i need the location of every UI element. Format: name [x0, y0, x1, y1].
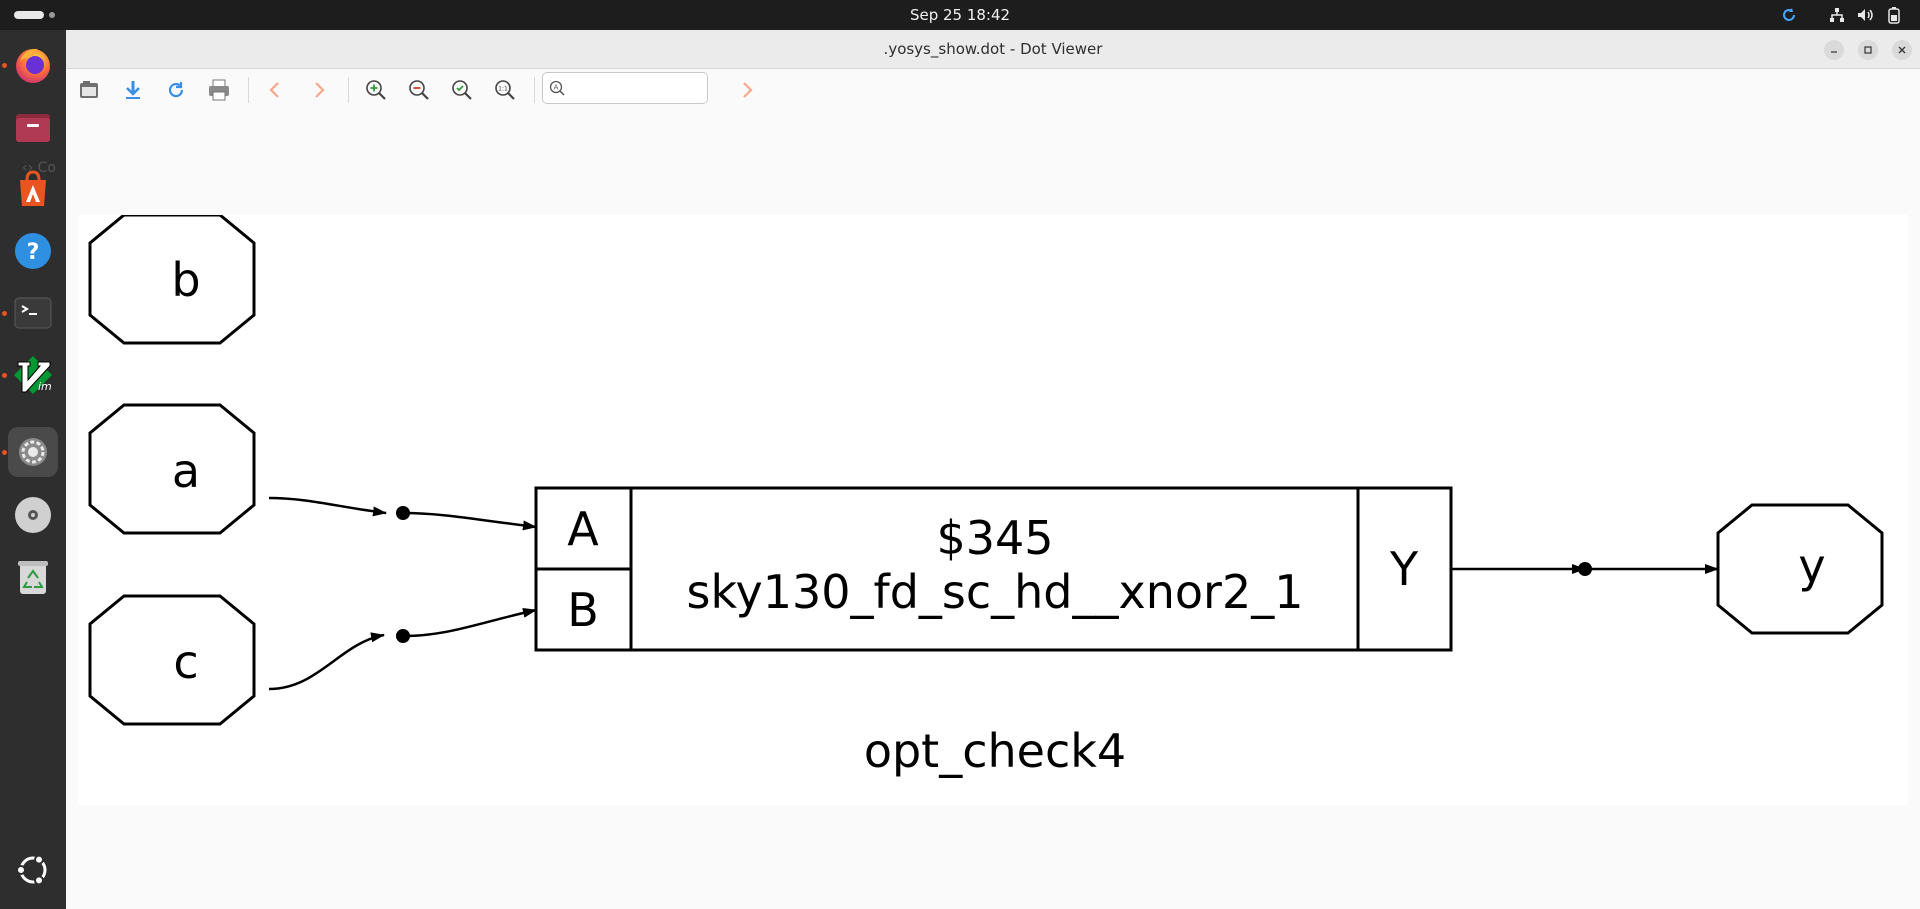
reload-icon: [168, 82, 184, 98]
find-next-icon: [743, 82, 753, 98]
cell-type: sky130_fd_sc_hd__xnor2_1: [687, 565, 1304, 619]
search-box[interactable]: A: [542, 72, 708, 104]
cell-port-A: A: [567, 502, 599, 556]
top-bar: Sep 25 18:42: [0, 0, 1920, 30]
input-port-b[interactable]: b: [88, 215, 256, 345]
network-icon[interactable]: [1828, 6, 1846, 24]
reload-button[interactable]: [163, 77, 189, 103]
search-icon: A: [549, 80, 565, 96]
netlist-graph[interactable]: b a c A B $345 sky130_fd_sc_hd__xnor2_1 …: [78, 215, 1908, 805]
dot-viewer-window: .yosys_show.dot - Dot Viewer 1:1 A ‹› Co…: [22, 30, 1920, 909]
input-port-c[interactable]: c: [88, 594, 256, 726]
settings-icon: [19, 438, 47, 466]
dock-terminal[interactable]: [8, 288, 58, 338]
edge-a-to-junction: [268, 496, 387, 517]
dock-show-apps[interactable]: [8, 845, 58, 895]
output-label-y: y: [1798, 539, 1825, 593]
window-title: .yosys_show.dot - Dot Viewer: [883, 40, 1103, 58]
cell-port-B: B: [567, 583, 599, 637]
update-icon[interactable]: [1780, 6, 1798, 24]
terminal-icon: [14, 297, 52, 329]
svg-text:A: A: [554, 84, 559, 92]
dock-vim[interactable]: im: [8, 350, 58, 400]
dock-disc[interactable]: [8, 490, 58, 540]
zoom-out-button[interactable]: [406, 77, 432, 103]
svg-text:1:1: 1:1: [498, 86, 508, 93]
zoom-in-button[interactable]: [363, 77, 389, 103]
zoom-fit-icon: [452, 80, 472, 100]
dock-settings[interactable]: [8, 427, 58, 477]
cell-id: $345: [936, 511, 1053, 565]
cell-xnor2[interactable]: A B $345 sky130_fd_sc_hd__xnor2_1 Y: [534, 486, 1453, 652]
zoom-fit-button[interactable]: [449, 77, 475, 103]
edge-junction-to-port-B: [402, 607, 537, 638]
volume-icon[interactable]: [1856, 6, 1874, 24]
svg-text:?: ?: [27, 240, 40, 265]
output-port-y[interactable]: y: [1716, 503, 1884, 635]
print-icon: [209, 79, 229, 101]
edge-junction-to-port-A: [402, 511, 537, 531]
input-label-a: a: [172, 444, 200, 498]
background-window-fragment: ‹› Co: [22, 160, 56, 176]
chevron-icon: ‹›: [22, 160, 34, 176]
search-input[interactable]: [567, 77, 705, 101]
back-icon: [269, 82, 279, 98]
find-next-button[interactable]: [734, 77, 760, 103]
input-label-b: b: [171, 253, 200, 307]
minimize-icon: [1831, 51, 1837, 53]
ubuntu-logo-icon: [16, 854, 47, 886]
dock-help[interactable]: ?: [8, 226, 58, 276]
maximize-button[interactable]: [1858, 40, 1878, 60]
zoom-100-icon: 1:1: [495, 80, 515, 100]
forward-button[interactable]: [306, 77, 332, 103]
close-button[interactable]: [1892, 40, 1912, 60]
print-button[interactable]: [206, 77, 232, 103]
battery-icon[interactable]: [1887, 6, 1901, 24]
graph-canvas[interactable]: b a c A B $345 sky130_fd_sc_hd__xnor2_1 …: [78, 215, 1908, 805]
trash-icon: [18, 561, 48, 594]
maximize-icon: [1864, 46, 1872, 54]
clock[interactable]: Sep 25 18:42: [0, 0, 1920, 30]
open-button[interactable]: [76, 77, 102, 103]
toolbar: 1:1 A: [66, 69, 1920, 111]
forward-icon: [315, 82, 325, 98]
back-button[interactable]: [262, 77, 288, 103]
disc-icon: [15, 497, 51, 533]
edge-c-to-junction: [268, 632, 385, 691]
save-button[interactable]: [120, 77, 146, 103]
zoom-100-button[interactable]: 1:1: [492, 77, 518, 103]
firefox-icon: [16, 48, 50, 83]
save-icon: [126, 81, 140, 99]
close-icon: [1898, 46, 1906, 54]
zoom-out-icon: [409, 80, 429, 100]
files-icon: [16, 114, 50, 142]
dock-files[interactable]: [8, 102, 58, 152]
open-icon: [80, 81, 98, 98]
vim-icon: im: [14, 356, 52, 394]
dock-firefox[interactable]: [8, 40, 58, 90]
graph-title: opt_check4: [864, 724, 1126, 778]
title-bar[interactable]: .yosys_show.dot - Dot Viewer: [66, 30, 1920, 69]
dock-trash[interactable]: [8, 552, 58, 602]
cell-port-Y: Y: [1389, 542, 1419, 596]
input-label-c: c: [173, 635, 198, 689]
help-icon: ?: [15, 233, 51, 269]
zoom-in-icon: [366, 80, 386, 100]
svg-text:im: im: [38, 380, 52, 393]
minimize-button[interactable]: [1824, 40, 1844, 60]
input-port-a[interactable]: a: [88, 403, 256, 535]
background-window-text: Co: [37, 160, 56, 176]
